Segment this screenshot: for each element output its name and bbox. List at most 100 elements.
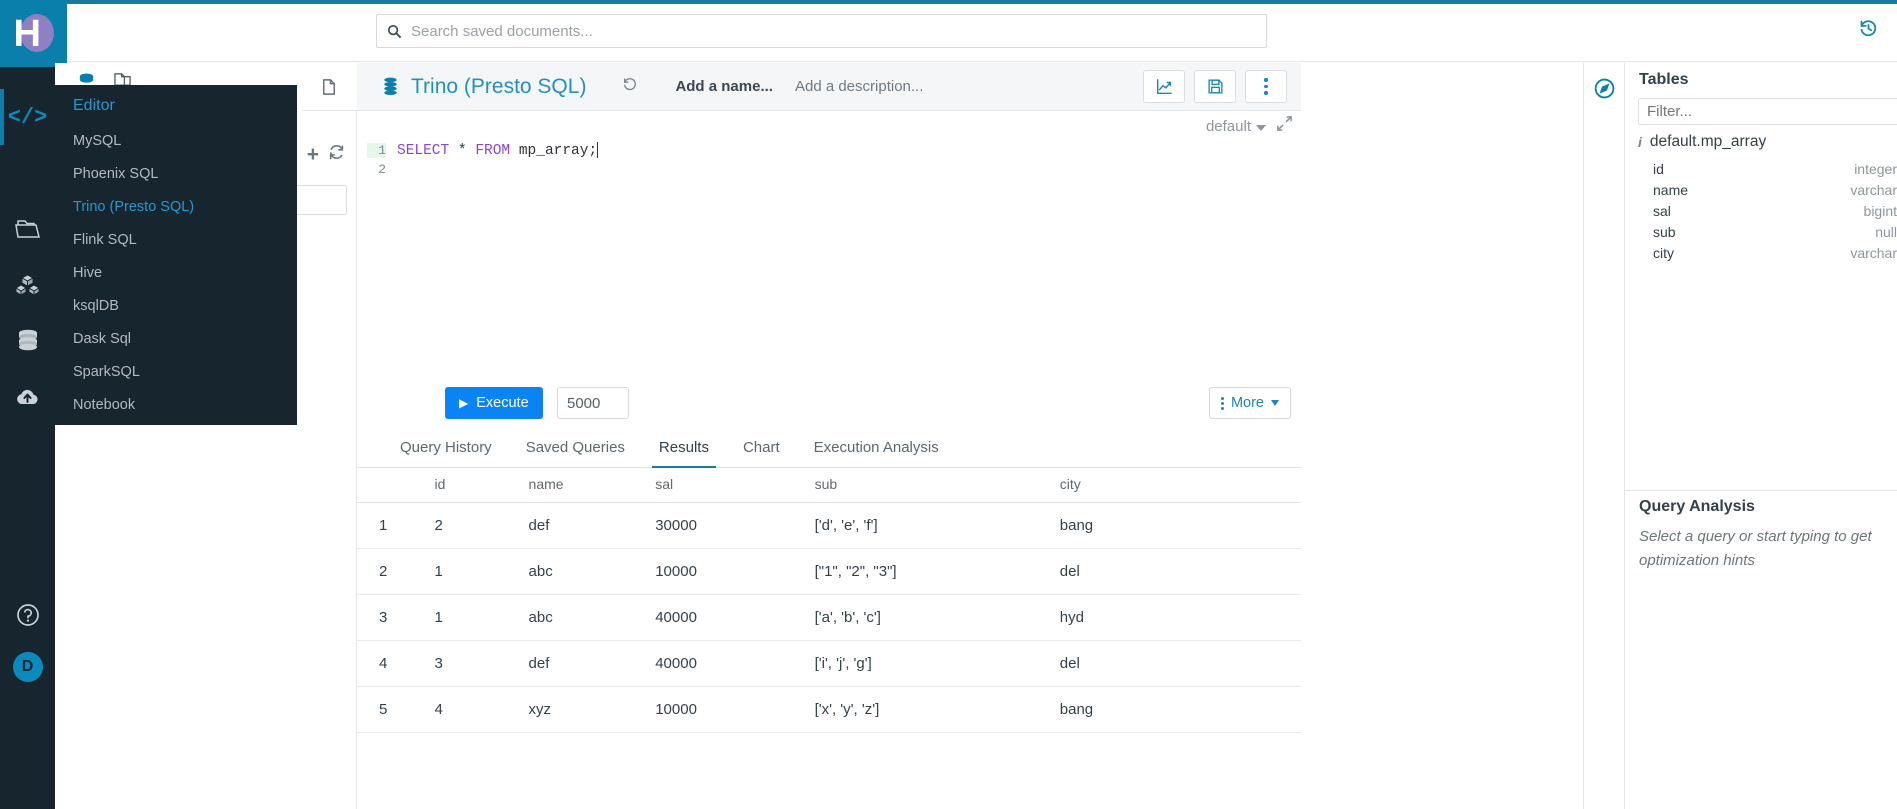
cloud-upload-icon [16,389,38,404]
query-analysis-title: Query Analysis [1639,498,1755,515]
cell-sal: 30000 [651,502,811,549]
search-icon [387,24,402,39]
flyout-item-dask-sql[interactable]: Dask Sql [55,323,297,356]
database-icon [18,329,37,351]
column-header-sub[interactable]: sub [810,468,1056,503]
flyout-item-ksqldb[interactable]: ksqlDB [55,290,297,323]
table-row[interactable]: 5 4 xyz 10000 ['x', 'y', 'z'] bang [357,686,1301,733]
flyout-item-flink-sql[interactable]: Flink SQL [55,224,297,257]
play-icon: ▶ [459,396,469,410]
sql-keyword-from: FROM [475,142,511,159]
flyout-item-trino[interactable]: Trino (Presto SQL) [55,191,297,224]
sidebar-item-editor[interactable]: </> [0,89,55,145]
chart-button[interactable] [1143,70,1185,103]
code-editor-content[interactable]: 1 SELECT * FROM mp_array; 2 [367,141,1291,291]
row-index: 5 [357,686,431,733]
sidebar-item-tables[interactable] [0,313,55,369]
column-header-name[interactable]: name [524,468,652,503]
hue-logo-glyph: H [12,12,56,56]
cell-sub: ['d', 'e', 'f'] [810,502,1056,549]
sidebar-item-importer[interactable] [0,369,55,425]
column-row[interactable]: id integer [1653,161,1897,177]
column-row[interactable]: sub null [1653,224,1897,240]
save-button[interactable] [1194,70,1236,103]
panel-divider [1625,490,1897,491]
search-input[interactable] [411,22,1256,40]
help-button[interactable] [0,587,55,643]
table-row[interactable]: 4 3 def 40000 ['i', 'j', 'g'] del [357,640,1301,687]
flyout-item-mysql[interactable]: MySQL [55,125,297,158]
cell-id: 4 [430,686,525,733]
cell-sal: 10000 [651,686,811,733]
plus-icon[interactable]: + [307,143,319,167]
column-row[interactable]: name varchar [1653,182,1897,198]
table-entry[interactable]: i default.mp_array [1638,133,1897,151]
refresh-icon[interactable] [328,144,345,166]
flyout-item-phoenix-sql[interactable]: Phoenix SQL [55,158,297,191]
table-row[interactable]: 2 1 abc 10000 ["1", "2", "3"] del [357,548,1301,595]
document-description-field[interactable]: Add a description... [795,78,923,95]
table-header-row: id name sal sub city [357,468,1301,503]
tab-execution-analysis[interactable]: Execution Analysis [797,439,956,467]
left-icon-rail: </> D [0,67,55,809]
history-icon[interactable] [1858,18,1879,45]
execute-toolbar: ▶ Execute More [357,375,1301,430]
sidebar-item-dashboards[interactable] [0,257,55,313]
avatar[interactable]: D [0,639,55,695]
column-row[interactable]: city varchar [1653,245,1897,261]
column-header-id[interactable]: id [430,468,525,503]
tables-panel-title: Tables [1639,71,1689,88]
table-row[interactable]: 1 2 def 30000 ['d', 'e', 'f'] bang [357,502,1301,549]
execute-label: Execute [476,395,529,411]
editor-history-icon[interactable] [622,76,639,98]
right-icon-rail [1583,63,1625,809]
cell-sal: 10000 [651,548,811,595]
app-logo[interactable]: H [0,0,67,67]
table-entry-name: default.mp_array [1649,133,1767,150]
tab-saved-queries[interactable]: Saved Queries [509,439,642,467]
expand-arrows-icon[interactable] [1276,115,1293,137]
tab-query-history[interactable]: Query History [383,439,509,467]
results-table: id name sal sub city 1 2 def 30000 ['d',… [357,468,1301,733]
document-name-field[interactable]: Add a name... [675,78,773,95]
editor-flyout-menu: Editor MySQL Phoenix SQL Trino (Presto S… [55,85,297,425]
flyout-item-hive[interactable]: Hive [55,257,297,290]
info-icon[interactable]: i [1638,134,1642,150]
tab-results[interactable]: Results [642,439,726,468]
column-name: id [1653,161,1664,177]
sidebar-item-browser[interactable] [0,201,55,257]
line-number: 2 [378,162,386,177]
cubes-icon [14,274,40,296]
sql-star: * [449,142,476,159]
right-panel: Tables i default.mp_array id integer nam… [1625,63,1897,809]
sql-keyword-select: SELECT [397,142,450,159]
chevron-down-icon [1271,400,1279,406]
flyout-header[interactable]: Editor [55,89,297,125]
compass-icon[interactable] [1593,77,1616,106]
cell-name: xyz [524,686,652,733]
editor-context-bar: default [1206,115,1293,137]
cell-sub: ['i', 'j', 'g'] [810,640,1056,687]
vertical-dots-icon [1264,78,1268,95]
execute-button[interactable]: ▶ Execute [445,387,543,419]
table-row[interactable]: 3 1 abc 40000 ['a', 'b', 'c'] hyd [357,594,1301,641]
open-document-button[interactable] [302,63,358,111]
more-options-button[interactable] [1245,70,1287,103]
more-dropdown-button[interactable]: More [1208,387,1291,419]
tab-chart[interactable]: Chart [726,439,797,467]
results-table-wrapper[interactable]: id name sal sub city 1 2 def 30000 ['d',… [357,468,1301,809]
column-header-city[interactable]: city [1055,468,1301,503]
tables-filter-input[interactable] [1638,98,1897,125]
flyout-item-notebook[interactable]: Notebook [55,389,297,422]
database-selector[interactable]: default [1206,118,1266,135]
column-row[interactable]: sal bigint [1653,203,1897,219]
search-box[interactable] [376,14,1267,48]
column-name: sub [1653,224,1676,240]
clipboard-icon [323,79,335,95]
question-circle-icon [16,604,39,626]
column-type: varchar [1850,245,1897,261]
row-limit-input[interactable] [557,387,629,419]
column-header-sal[interactable]: sal [651,468,811,503]
sql-editor[interactable]: default 1 SELECT * FROM mp_array; 2 [357,111,1301,356]
flyout-item-sparksql[interactable]: SparkSQL [55,356,297,389]
